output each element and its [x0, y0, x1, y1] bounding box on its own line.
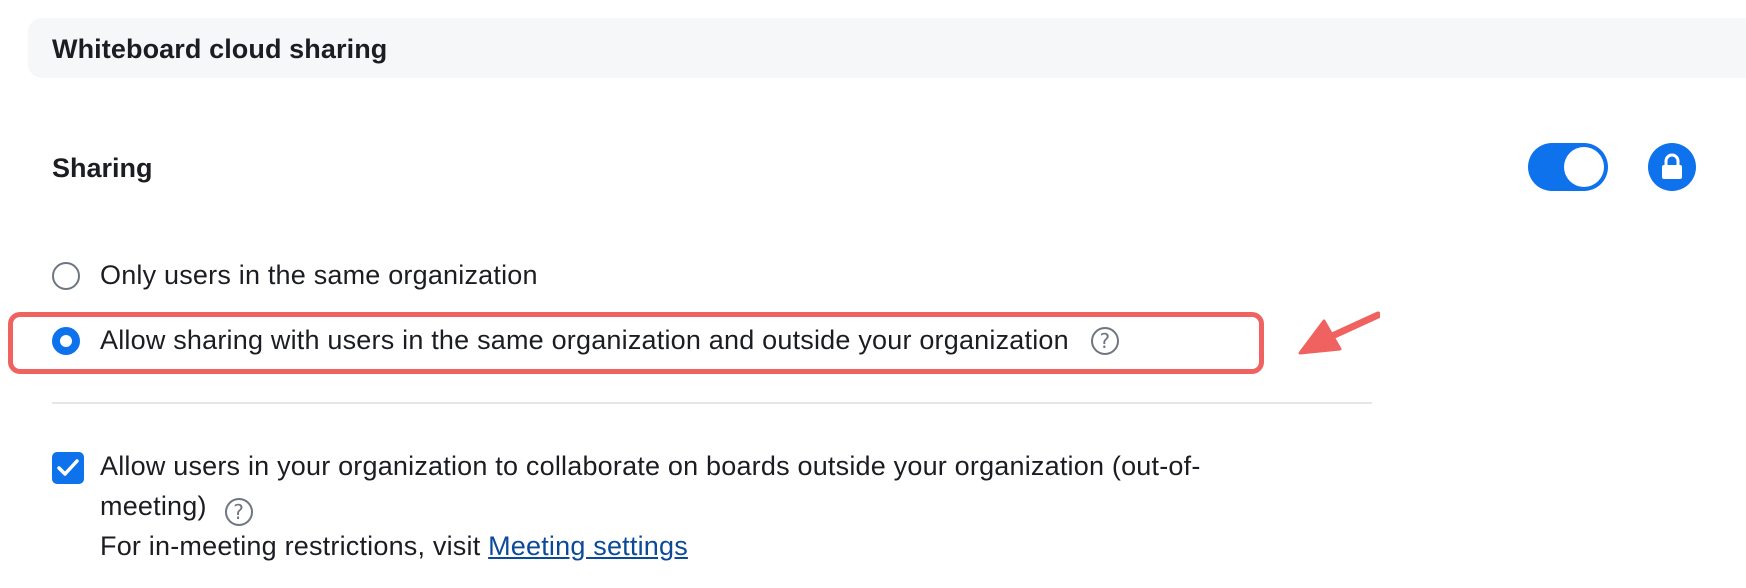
lock-button[interactable] — [1648, 143, 1696, 191]
setting-title: Sharing — [52, 153, 153, 183]
toggle-knob — [1564, 147, 1604, 187]
collaborate-label-line1: Allow users in your organization to coll… — [100, 451, 1201, 481]
radio-same-org[interactable] — [52, 261, 80, 290]
meeting-note-text: For in-meeting restrictions, visit — [100, 531, 489, 561]
collaborate-text: Allow users in your organization to coll… — [100, 446, 1360, 566]
radio-option-same-org[interactable]: Only users in the same organization — [52, 260, 538, 291]
section-title: Whiteboard cloud sharing — [52, 34, 388, 64]
radio-label-same-org: Only users in the same organization — [100, 260, 538, 290]
question-circle-icon[interactable]: ? — [224, 498, 253, 526]
checkmark-icon — [57, 459, 79, 476]
collaborate-label-line2: meeting) — [100, 491, 207, 521]
collaborate-label-line2-row: meeting)? — [100, 486, 1360, 526]
sharing-toggle[interactable] — [1528, 143, 1608, 191]
highlight-box — [8, 312, 1264, 374]
divider — [52, 402, 1372, 404]
collaborate-checkbox[interactable] — [52, 452, 84, 484]
lock-icon — [1662, 153, 1682, 179]
section-header: Whiteboard cloud sharing — [28, 18, 1746, 78]
meeting-note: For in-meeting restrictions, visit Meeti… — [100, 526, 1360, 566]
meeting-settings-link[interactable]: Meeting settings — [488, 531, 688, 561]
arrow-icon — [1298, 311, 1380, 355]
